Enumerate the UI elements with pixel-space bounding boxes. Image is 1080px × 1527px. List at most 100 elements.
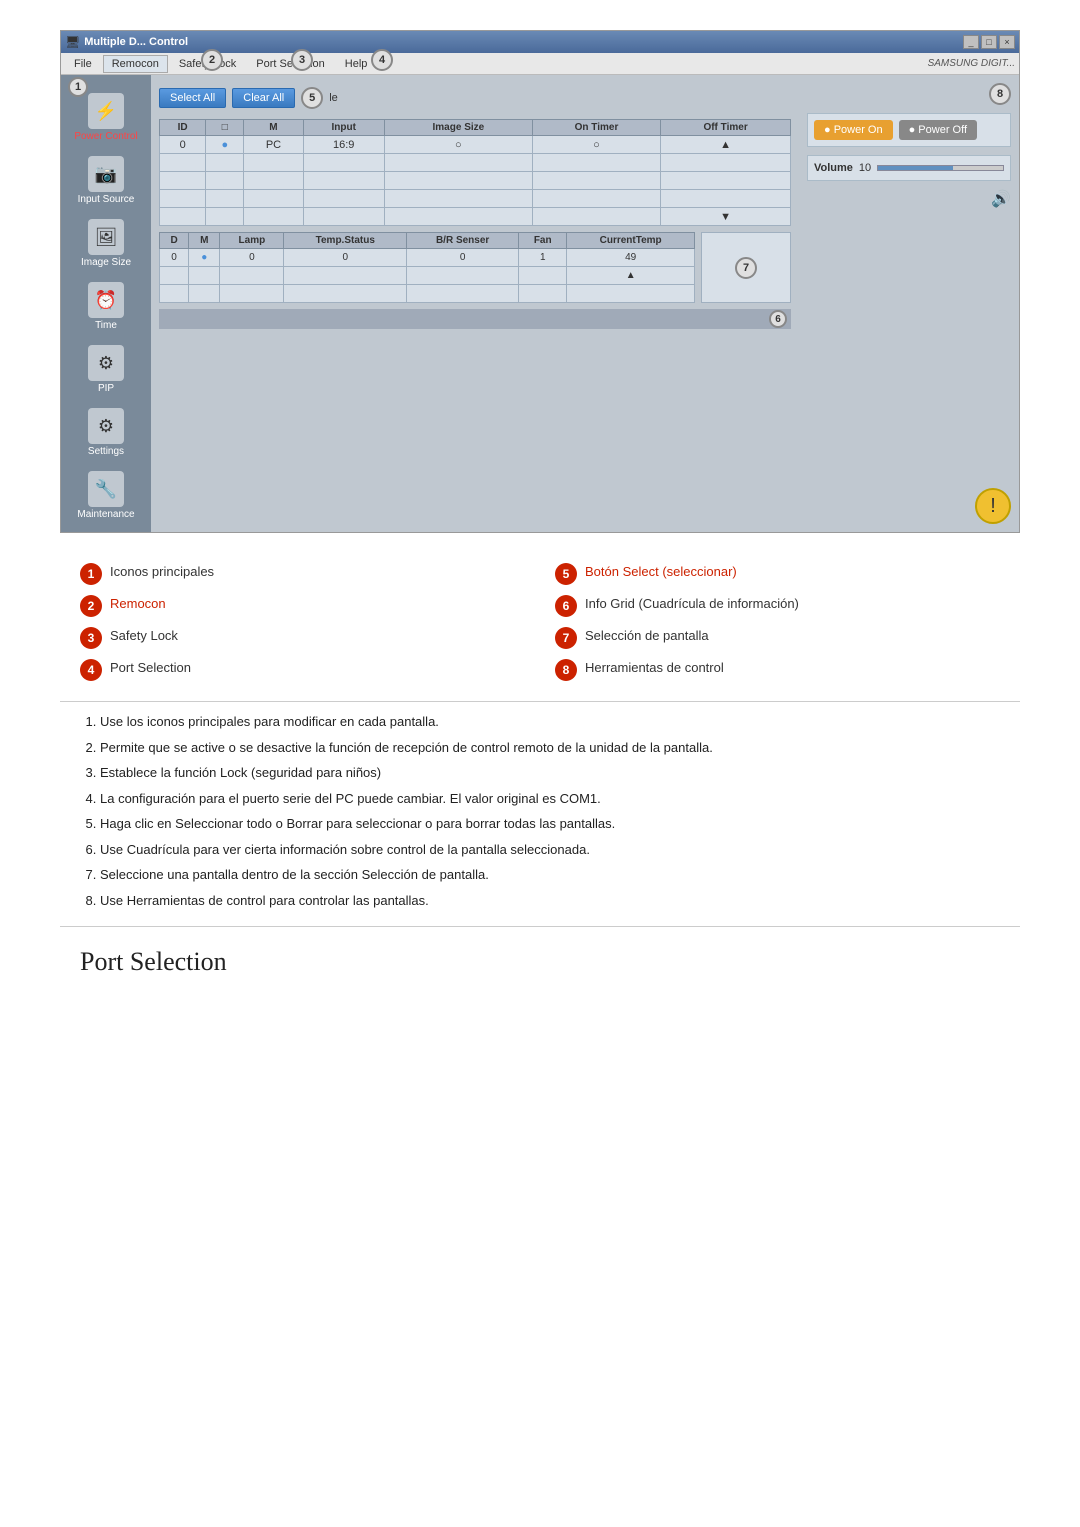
cell-on-timer: ○ — [384, 136, 532, 154]
divider-2 — [60, 926, 1020, 927]
legend-badge-5: 5 — [555, 563, 577, 585]
minimize-button[interactable]: _ — [963, 35, 979, 49]
col-off-timer: Off Timer — [661, 120, 791, 136]
badge-8: 8 — [989, 83, 1011, 105]
lower-row-3 — [160, 285, 695, 303]
lower-col-br-senser: B/R Senser — [407, 233, 519, 249]
menu-remocon[interactable]: Remocon — [103, 55, 168, 73]
menu-file[interactable]: File — [65, 55, 101, 73]
lower-cell-lamp: 0 — [220, 249, 284, 267]
power-control-icon: ⚡ — [88, 93, 124, 129]
sidebar-item-pip[interactable]: ⚙ PIP — [66, 341, 146, 398]
badge-8-container: 8 — [807, 83, 1011, 105]
lower-col-temp-status: Temp.Status — [284, 233, 407, 249]
warning-container: ! — [807, 488, 1011, 524]
upper-grid-table: ID □ M Input Image Size On Timer Off Tim… — [159, 119, 791, 226]
power-on-button[interactable]: ● Power On — [814, 120, 893, 140]
legend-text-3: Safety Lock — [110, 627, 178, 645]
legend-text-2: Remocon — [110, 595, 166, 613]
time-icon: ⏰ — [88, 282, 124, 318]
sidebar-item-power-control[interactable]: ⚡ Power Control — [66, 89, 146, 146]
clear-all-button[interactable]: Clear All — [232, 88, 295, 108]
sidebar-item-settings[interactable]: ⚙ Settings — [66, 404, 146, 461]
lower-cell-temp-status: 0 — [284, 249, 407, 267]
legend-item-8: 8 Herramientas de control — [555, 659, 1000, 681]
cell-image-size: 16:9 — [303, 136, 384, 154]
maintenance-label: Maintenance — [77, 509, 134, 520]
right-panel-spacer — [807, 217, 1011, 480]
legend-right: 5 Botón Select (seleccionar) 6 Info Grid… — [555, 563, 1000, 681]
volume-label: Volume — [814, 162, 853, 174]
legend-item-4: 4 Port Selection — [80, 659, 525, 681]
select-all-button[interactable]: Select All — [159, 88, 226, 108]
legend-item-3: 3 Safety Lock — [80, 627, 525, 649]
close-button[interactable]: × — [999, 35, 1015, 49]
toolbar-suffix: le — [329, 92, 338, 104]
sidebar: 1 ⚡ Power Control 📷 Input Source 🖼 Image… — [61, 75, 151, 532]
lower-col-fan: Fan — [519, 233, 567, 249]
list-item-6: Use Cuadrícula para ver cierta informaci… — [100, 840, 1000, 860]
volume-slider[interactable] — [877, 165, 1004, 171]
status-bar: 6 — [159, 309, 791, 329]
lower-cell-fan: 1 — [519, 249, 567, 267]
legend-text-5: Botón Select (seleccionar) — [585, 563, 737, 581]
settings-label: Settings — [88, 446, 124, 457]
lower-cell-current-temp: 49 — [567, 249, 695, 267]
sidebar-item-time[interactable]: ⏰ Time — [66, 278, 146, 335]
list-item-3: Establece la función Lock (seguridad par… — [100, 763, 1000, 783]
title-bar: 🖥 Multiple D... Control _ □ × — [61, 31, 1019, 53]
lower-col-current-temp: CurrentTemp — [567, 233, 695, 249]
col-checkbox: □ — [206, 120, 244, 136]
sidebar-item-input-source[interactable]: 📷 Input Source — [66, 152, 146, 209]
section-title: Port Selection — [60, 937, 1020, 981]
col-m: M — [244, 120, 303, 136]
table-row-empty-4: ▼ — [160, 208, 791, 226]
right-panel: 8 ● Power On ● Power Off Volume 10 🔊 — [799, 75, 1019, 532]
list-item-7: Seleccione una pantalla dentro de la sec… — [100, 865, 1000, 885]
table-row-empty-2 — [160, 172, 791, 190]
legend-badge-6: 6 — [555, 595, 577, 617]
lower-cell-d: 0 — [160, 249, 189, 267]
maximize-button[interactable]: □ — [981, 35, 997, 49]
image-size-label: Image Size — [81, 257, 131, 268]
badge-7: 7 — [735, 257, 757, 279]
cell-id: 0 — [160, 136, 206, 154]
volume-control: Volume 10 — [807, 155, 1011, 181]
power-control-label: Power Control — [74, 131, 137, 142]
input-source-icon: 📷 — [88, 156, 124, 192]
legend-badge-4: 4 — [80, 659, 102, 681]
toolbar-badge-5: 5 — [301, 87, 323, 109]
legend-text-6: Info Grid (Cuadrícula de información) — [585, 595, 799, 613]
volume-value: 10 — [859, 162, 871, 174]
legend-item-6: 6 Info Grid (Cuadrícula de información) — [555, 595, 1000, 617]
sidebar-item-image-size[interactable]: 🖼 Image Size — [66, 215, 146, 272]
sidebar-item-maintenance[interactable]: 🔧 Maintenance — [66, 467, 146, 524]
col-input: Input — [303, 120, 384, 136]
lower-cell-m: ● — [189, 249, 220, 267]
lower-grid-table: D M Lamp Temp.Status B/R Senser Fan Curr… — [159, 232, 695, 303]
legend-item-1: 1 Iconos principales — [80, 563, 525, 585]
input-source-label: Input Source — [78, 194, 135, 205]
power-off-button[interactable]: ● Power Off — [899, 120, 977, 140]
legend-left: 1 Iconos principales 2 Remocon 3 Safety … — [80, 563, 525, 681]
legend-badge-2: 2 — [80, 595, 102, 617]
title-bar-left: 🖥 Multiple D... Control — [65, 35, 188, 49]
lower-cell-br-senser: 0 — [407, 249, 519, 267]
legend-section: 1 Iconos principales 2 Remocon 3 Safety … — [60, 563, 1020, 681]
numbered-list: Use los iconos principales para modifica… — [60, 712, 1020, 910]
cell-checkbox[interactable]: ● — [206, 136, 244, 154]
badge-4: 4 — [371, 49, 393, 71]
main-content: Select All Clear All 5 le ID □ M Input I… — [151, 75, 799, 532]
badge-6: 6 — [769, 310, 787, 328]
power-controls: ● Power On ● Power Off — [807, 113, 1011, 147]
lower-col-d: D — [160, 233, 189, 249]
table-row-empty-1 — [160, 154, 791, 172]
app-body: 1 ⚡ Power Control 📷 Input Source 🖼 Image… — [61, 75, 1019, 532]
legend-item-5: 5 Botón Select (seleccionar) — [555, 563, 1000, 585]
app-window: 🖥 Multiple D... Control _ □ × File Remoc… — [60, 30, 1020, 533]
title-bar-controls[interactable]: _ □ × — [963, 35, 1015, 49]
col-id: ID — [160, 120, 206, 136]
table-row: 0 ● PC 16:9 ○ ○ ▲ — [160, 136, 791, 154]
lower-section: D M Lamp Temp.Status B/R Senser Fan Curr… — [159, 232, 791, 303]
list-item-1: Use los iconos principales para modifica… — [100, 712, 1000, 732]
